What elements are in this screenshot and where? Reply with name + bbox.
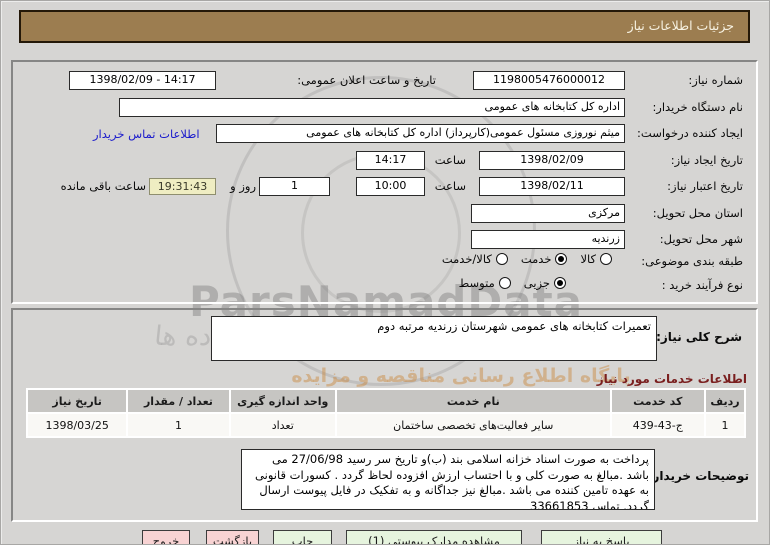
col-quantity: تعداد / مقدار: [128, 390, 228, 412]
buyer-org-field[interactable]: اداره کل کتابخانه های عمومی: [119, 98, 625, 117]
validity-days-field[interactable]: 1: [259, 177, 330, 196]
create-date-label: تاریخ ایجاد نیاز:: [671, 153, 743, 167]
page-title: جزئیات اطلاعات نیاز: [628, 18, 734, 33]
days-and-label: روز و: [230, 179, 256, 193]
radio-icon[interactable]: [555, 253, 567, 265]
radio-icon[interactable]: [499, 277, 511, 289]
services-section-title: اطلاعات خدمات مورد نیاز: [597, 372, 747, 386]
radio-icon[interactable]: [554, 277, 566, 289]
table-header-row: ردیف کد خدمت نام خدمت واحد اندازه گیری ت…: [28, 390, 744, 412]
remaining-hours-label: ساعت باقی مانده: [61, 179, 146, 193]
radio-option-label: متوسط: [459, 276, 495, 290]
col-service-code: کد خدمت: [612, 390, 704, 412]
cell-need-date: 1398/03/25: [28, 414, 126, 436]
city-label: شهر محل تحویل:: [660, 232, 743, 246]
radio-option-jozii[interactable]: جزیی: [524, 276, 566, 290]
validity-date-label: تاریخ اعتبار نیاز:: [667, 179, 743, 193]
buyer-notes-textarea[interactable]: پرداخت به صورت اسناد خزانه اسلامی بند (ب…: [241, 449, 655, 510]
col-need-date: تاریخ نیاز: [28, 390, 126, 412]
request-creator-label: ایجاد کننده درخواست:: [637, 126, 743, 140]
cell-service-name: سایر فعالیت‌های تخصصی ساختمان: [337, 414, 610, 436]
cell-quantity: 1: [128, 414, 228, 436]
col-unit: واحد اندازه گیری: [231, 390, 335, 412]
cell-service-code: ج-43-439: [612, 414, 704, 436]
radio-option-label: کالا/خدمت: [442, 252, 492, 266]
services-table: ردیف کد خدمت نام خدمت واحد اندازه گیری ت…: [26, 388, 746, 438]
print-button[interactable]: چاپ: [273, 530, 332, 545]
radio-option-motevasset[interactable]: متوسط: [459, 276, 511, 290]
col-service-name: نام خدمت: [337, 390, 610, 412]
cell-unit: تعداد: [231, 414, 335, 436]
general-description-label: شرح کلی نیاز:: [656, 330, 742, 344]
buyer-contact-link[interactable]: اطلاعات تماس خریدار: [93, 127, 200, 141]
radio-option-label: کالا: [580, 252, 596, 266]
table-row: 1 ج-43-439 سایر فعالیت‌های تخصصی ساختمان…: [28, 414, 744, 436]
radio-option-khedmat[interactable]: خدمت: [521, 252, 568, 266]
back-button[interactable]: بازگشت: [206, 530, 259, 545]
announce-datetime-label: تاریخ و ساعت اعلان عمومی:: [297, 73, 436, 87]
general-description-textarea[interactable]: تعمیرات کتابخانه های عمومی شهرستان زرندی…: [211, 316, 657, 361]
create-hour-label: ساعت: [435, 153, 466, 167]
radio-option-label: خدمت: [521, 252, 552, 266]
need-number-label: شماره نیاز:: [688, 73, 743, 87]
province-label: استان محل تحویل:: [653, 206, 743, 220]
process-type-label: نوع فرآیند خرید :: [662, 278, 743, 292]
buyer-org-label: نام دستگاه خریدار:: [652, 100, 743, 114]
remaining-time-badge: 19:31:43: [149, 178, 216, 195]
radio-icon[interactable]: [600, 253, 612, 265]
validity-time-field[interactable]: 10:00: [356, 177, 425, 196]
cell-row-number: 1: [706, 414, 744, 436]
view-attachments-button[interactable]: مشاهده مدارک پیوستی (1): [346, 530, 522, 545]
process-radio-group: جزیی متوسط: [421, 275, 566, 291]
need-details-page: ParsNamadData مرکز فناوری اطلاعات پارس ن…: [0, 0, 770, 545]
category-radio-group: کالا خدمت کالا/خدمت: [394, 251, 612, 267]
buyer-notes-label: توضیحات خریدار:: [648, 469, 749, 483]
radio-icon[interactable]: [496, 253, 508, 265]
validity-date-field[interactable]: 1398/02/11: [479, 177, 625, 196]
create-date-field[interactable]: 1398/02/09: [479, 151, 625, 170]
col-row-number: ردیف: [706, 390, 744, 412]
need-number-field[interactable]: 1198005476000012: [473, 71, 625, 90]
validity-hour-label: ساعت: [435, 179, 466, 193]
page-title-bar: جزئیات اطلاعات نیاز: [19, 10, 750, 43]
city-field[interactable]: زرندیه: [471, 230, 625, 249]
radio-option-kala-khedmat[interactable]: کالا/خدمت: [442, 252, 508, 266]
category-label: طبقه بندی موضوعی:: [641, 254, 743, 268]
create-time-field[interactable]: 14:17: [356, 151, 425, 170]
announce-datetime-field[interactable]: 1398/02/09 - 14:17: [69, 71, 216, 90]
respond-to-need-button[interactable]: پاسخ به نیاز: [541, 530, 662, 545]
radio-option-kala[interactable]: کالا: [580, 252, 612, 266]
exit-button[interactable]: خروج: [142, 530, 190, 545]
province-field[interactable]: مرکزی: [471, 204, 625, 223]
radio-option-label: جزیی: [524, 276, 550, 290]
request-creator-field[interactable]: میثم نوروزی مسئول عمومی(کارپرداز) اداره …: [216, 124, 625, 143]
